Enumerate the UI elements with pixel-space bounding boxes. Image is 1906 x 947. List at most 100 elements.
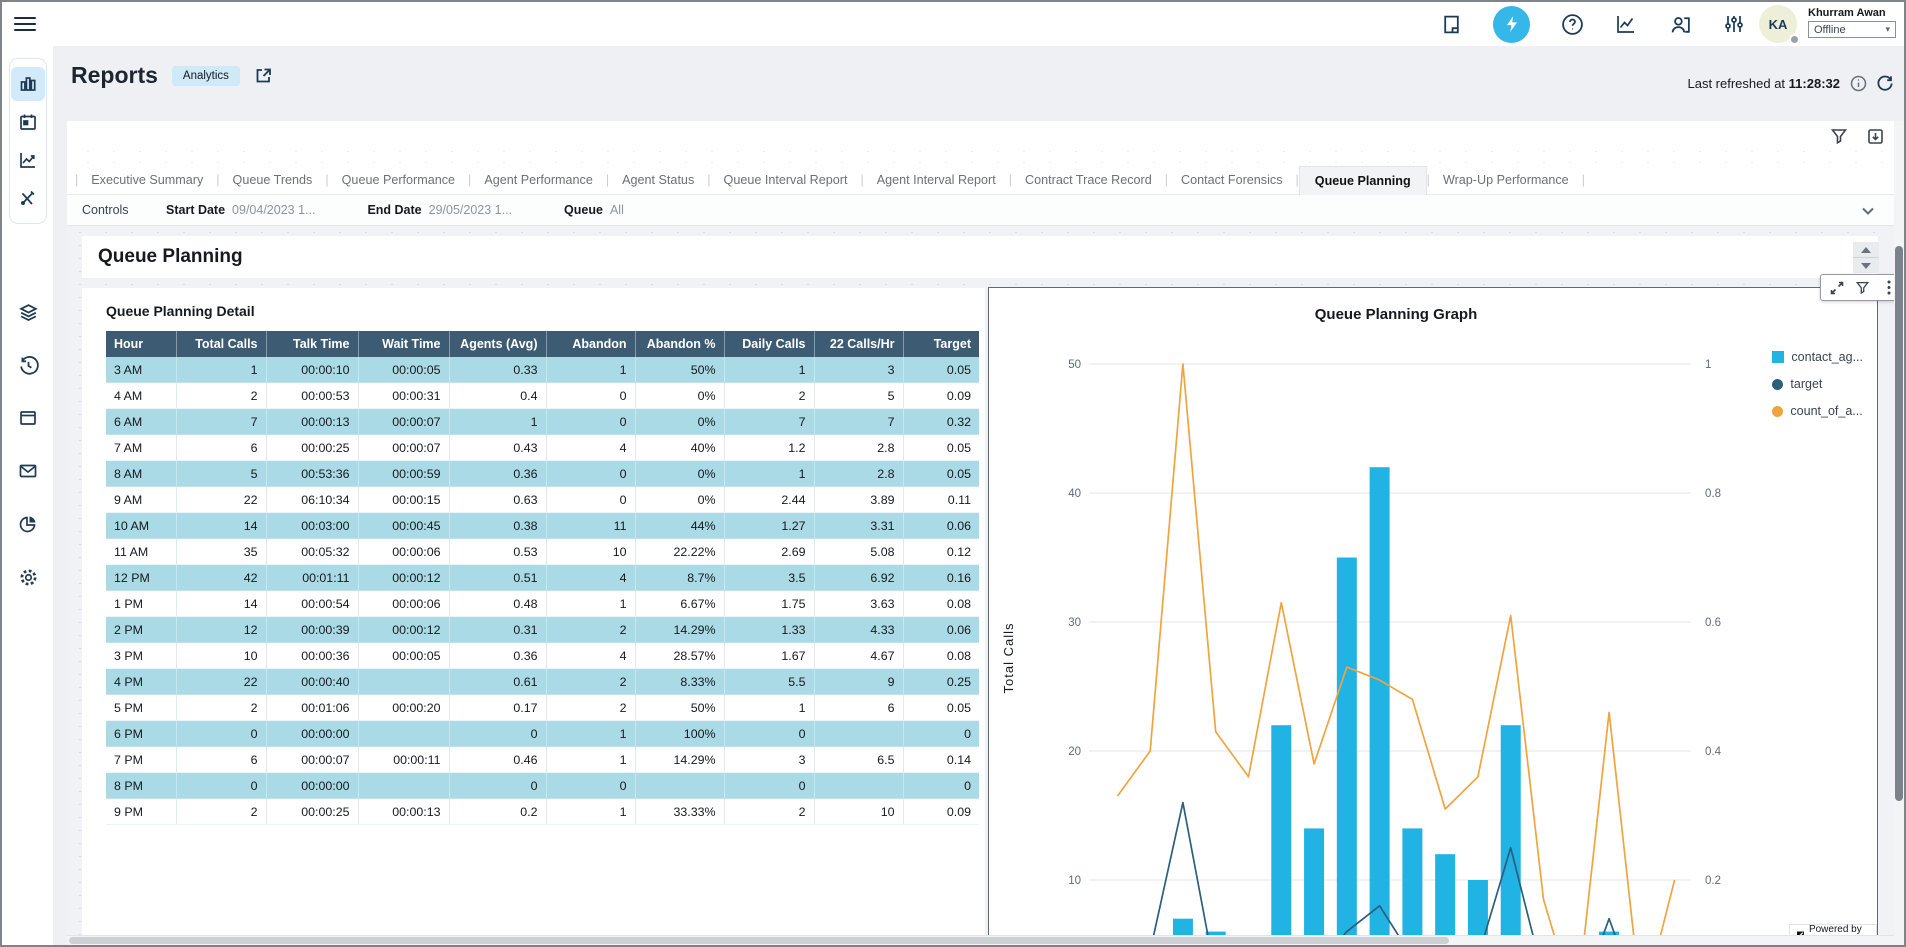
column-header[interactable]: Hour [106,331,176,357]
legend-item-count-of-a-[interactable]: count_of_a... [1772,404,1863,418]
flash-icon[interactable] [1493,6,1530,43]
table-cell: 3.89 [814,487,903,513]
help-icon[interactable] [1560,12,1584,36]
tab-agent-status[interactable]: Agent Status [609,166,707,194]
control-value[interactable]: All [610,203,624,217]
column-header[interactable]: Total Calls [176,331,266,357]
tab-contact-forensics[interactable]: Contact Forensics [1168,166,1296,194]
bar[interactable] [1337,558,1357,946]
column-header[interactable]: 22 Calls/Hr [814,331,903,357]
tab-queue-interval-report[interactable]: Queue Interval Report [711,166,861,194]
table-cell: 00:00:40 [266,669,358,695]
table-cell: 1 [546,357,635,383]
sidebar-item-layers[interactable] [11,295,45,329]
table-cell: 3 PM [106,643,176,669]
export-icon[interactable] [1866,127,1884,145]
bar[interactable] [1501,725,1521,945]
column-header[interactable]: Agents (Avg) [449,331,546,357]
contacts-icon[interactable] [1668,12,1692,36]
tab-queue-performance[interactable]: Queue Performance [329,166,468,194]
preferences-icon[interactable] [1722,12,1746,36]
horizontal-scrollbar[interactable] [67,935,1894,945]
bar[interactable] [1402,828,1422,945]
bar[interactable] [1435,854,1455,945]
control-value[interactable]: 29/05/2023 1... [429,203,512,217]
refresh-icon[interactable] [1876,74,1894,92]
sidebar-item-pie-chart[interactable] [11,507,45,541]
column-header[interactable]: Target [903,331,979,357]
control-queue[interactable]: QueueAll [564,203,624,217]
table-cell: 00:00:11 [358,747,449,773]
table-cell: 100% [635,721,724,747]
control-start-date[interactable]: Start Date09/04/2023 1... [166,203,315,217]
status-select[interactable]: Offline ▾ [1808,21,1896,38]
table-row: 1 PM1400:00:5400:00:060.4816.67%1.753.63… [106,591,979,617]
table-cell: 0.63 [449,487,546,513]
sidebar-item-design[interactable] [11,181,45,215]
control-end-date[interactable]: End Date29/05/2023 1... [367,203,512,217]
sidebar-item-calendar[interactable] [11,105,45,139]
column-header[interactable]: Wait Time [358,331,449,357]
table-cell: 2 [724,383,814,409]
vertical-scrollbar[interactable] [1894,121,1904,945]
table-cell: 00:01:11 [266,565,358,591]
external-link-icon[interactable] [254,66,273,85]
tab-queue-trends[interactable]: Queue Trends [220,166,326,194]
table-row: 9 PM200:00:2500:00:130.2133.33%2100.09 [106,799,979,825]
bar[interactable] [1271,725,1291,945]
bar[interactable] [1370,467,1390,945]
table-row: 6 AM700:00:1300:00:07100%770.32 [106,409,979,435]
table-cell: 7 AM [106,435,176,461]
kebab-menu-icon[interactable] [1881,280,1894,295]
tab-contract-trace-record[interactable]: Contract Trace Record [1012,166,1165,194]
chart-svg[interactable]: 501400.8300.6200.4100.2Total Calls [989,288,1877,945]
sidebar-item-mail[interactable] [11,454,45,488]
table-cell: 10 [176,643,266,669]
metrics-icon[interactable] [1614,12,1638,36]
table-cell: 00:00:07 [358,435,449,461]
left-axis-tick: 50 [1068,359,1081,371]
info-icon[interactable] [1849,74,1867,92]
table-cell: 0.48 [449,591,546,617]
table-cell: 00:00:36 [266,643,358,669]
legend-item-target[interactable]: target [1772,377,1863,391]
table-cell: 7 [814,409,903,435]
table-cell: 2.44 [724,487,814,513]
sidebar-item-analytics[interactable] [11,143,45,177]
filter-icon[interactable] [1830,127,1848,145]
scroll-up-button[interactable] [1853,242,1879,258]
column-header[interactable]: Abandon [546,331,635,357]
vertical-scrollbar-thumb[interactable] [1895,246,1903,801]
column-header[interactable]: Abandon % [635,331,724,357]
sidebar-item-settings[interactable] [11,560,45,594]
table-cell: 00:00:13 [266,409,358,435]
tab-agent-interval-report[interactable]: Agent Interval Report [864,166,1009,194]
table-row: 5 PM200:01:0600:00:200.17250%160.05 [106,695,979,721]
tab-wrap-up-performance[interactable]: Wrap-Up Performance [1430,166,1582,194]
tab-executive-summary[interactable]: Executive Summary [78,166,216,194]
gear-icon [18,567,39,588]
sidebar-item-window[interactable] [11,401,45,435]
table-cell: 0.05 [903,461,979,487]
table-cell: 00:00:07 [266,747,358,773]
tab-agent-performance[interactable]: Agent Performance [471,166,606,194]
sidebar-item-history[interactable] [11,348,45,382]
table-cell: 22.22% [635,539,724,565]
sidebar-item-reports[interactable] [11,67,45,101]
legend-item-contact-ag-[interactable]: contact_ag... [1772,350,1863,364]
scroll-down-button[interactable] [1853,258,1879,273]
filter-icon[interactable] [1855,280,1870,295]
horizontal-scrollbar-thumb[interactable] [69,937,1449,944]
tab-queue-planning[interactable]: Queue Planning [1299,166,1427,195]
hamburger-menu-icon[interactable] [14,13,36,35]
table-cell: 1 [724,695,814,721]
pie-chart-icon [18,514,38,534]
controls-collapse-chevron-icon[interactable] [1860,203,1876,219]
column-header[interactable]: Talk Time [266,331,358,357]
notes-icon[interactable] [1439,12,1463,36]
line-series[interactable] [1117,364,1674,945]
control-value[interactable]: 09/04/2023 1... [232,203,315,217]
bar[interactable] [1304,828,1324,945]
column-header[interactable]: Daily Calls [724,331,814,357]
maximize-icon[interactable] [1829,280,1844,295]
